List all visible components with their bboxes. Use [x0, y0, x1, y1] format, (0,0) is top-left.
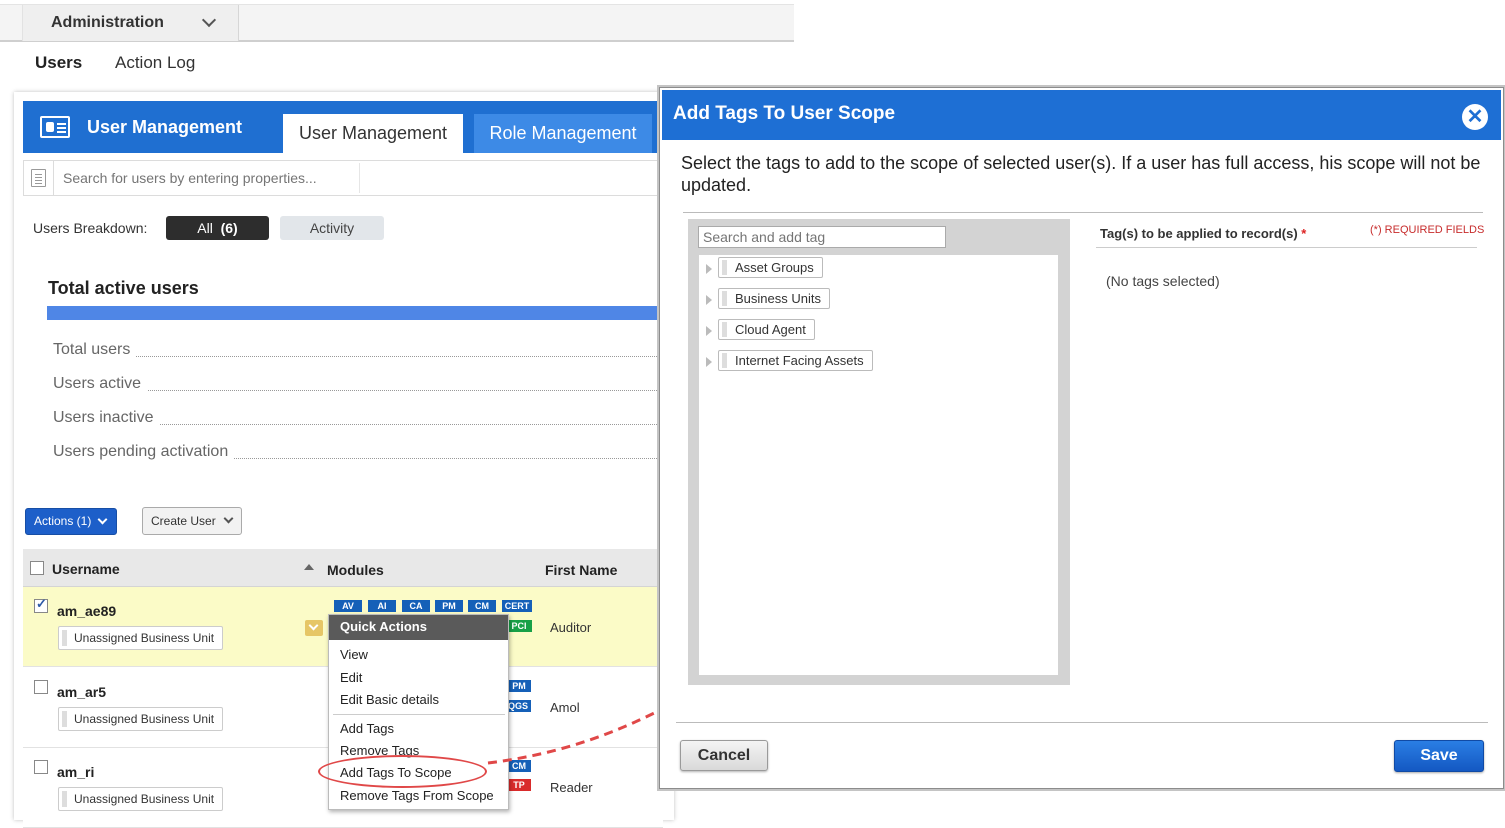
menu-item-view[interactable]: View: [340, 647, 368, 662]
breakdown-activity-button[interactable]: Activity: [280, 216, 384, 240]
first-name: Auditor: [550, 620, 592, 635]
tag-business-units[interactable]: Business Units: [718, 288, 830, 309]
tag-cloud-agent[interactable]: Cloud Agent: [718, 319, 815, 340]
divider: [676, 722, 1488, 723]
user-management-title: User Management: [87, 117, 243, 137]
total-active-users-bar: [47, 306, 660, 320]
users-breakdown-label: Users Breakdown:: [33, 220, 148, 236]
tab-users[interactable]: Users: [35, 53, 82, 73]
highlight-circle: [318, 755, 487, 788]
save-button[interactable]: Save: [1394, 740, 1484, 772]
menu-item-remove-tags-from-scope[interactable]: Remove Tags From Scope: [340, 788, 494, 803]
business-unit-tag: Unassigned Business Unit: [58, 787, 224, 811]
module-badge: CM: [468, 600, 496, 612]
first-name: Reader: [550, 780, 593, 795]
row-checkbox[interactable]: [34, 760, 48, 774]
quick-actions-title: Quick Actions: [329, 615, 508, 640]
expand-arrow-icon[interactable]: [706, 357, 712, 367]
stat-row: Users inactive: [53, 409, 663, 429]
tag-search-input[interactable]: [698, 226, 946, 248]
business-unit-tag: Unassigned Business Unit: [58, 707, 224, 731]
user-search-input[interactable]: [55, 163, 360, 193]
module-badge: TP: [507, 779, 531, 791]
required-fields-note: (*) REQUIRED FIELDS: [1370, 224, 1485, 236]
stat-row: Users active: [53, 375, 663, 395]
menu-item-edit-basic-details[interactable]: Edit Basic details: [340, 692, 439, 707]
username[interactable]: am_ae89: [57, 603, 116, 619]
module-badge: PCI: [506, 620, 532, 632]
administration-label: Administration: [51, 14, 164, 31]
actions-button[interactable]: Actions (1): [25, 508, 117, 535]
tab-role-management[interactable]: Role Management: [474, 114, 652, 153]
tag-internet-facing-assets[interactable]: Internet Facing Assets: [718, 350, 873, 371]
module-badge: AI: [368, 600, 396, 612]
actions-button-label: Actions (1): [34, 514, 92, 528]
administration-dropdown[interactable]: Administration: [22, 5, 239, 41]
select-all-checkbox[interactable]: [30, 561, 44, 575]
module-badge: AV: [334, 600, 362, 612]
column-first-name[interactable]: First Name: [545, 562, 617, 578]
stat-label: Users pending activation: [53, 443, 235, 460]
column-modules: Modules: [327, 562, 384, 578]
applied-tags-text: Tag(s) to be applied to record(s): [1100, 226, 1298, 241]
sort-ascending-icon[interactable]: [304, 564, 314, 570]
applied-tags-label: Tag(s) to be applied to record(s) *: [1100, 226, 1306, 241]
divider: [53, 161, 54, 195]
column-username[interactable]: Username: [52, 561, 120, 577]
chevron-down-icon: [97, 514, 108, 525]
username[interactable]: am_ar5: [57, 684, 106, 700]
row-actions-dropdown[interactable]: [305, 620, 323, 636]
no-tags-selected: (No tags selected): [1106, 273, 1220, 289]
username[interactable]: am_ri: [57, 764, 94, 780]
tag-tree: [699, 255, 1058, 675]
expand-arrow-icon[interactable]: [706, 295, 712, 305]
required-star: *: [1301, 226, 1307, 241]
modal-description: Select the tags to add to the scope of s…: [681, 153, 1481, 195]
stat-label: Total users: [53, 341, 137, 358]
module-badge: CA: [402, 600, 430, 612]
business-unit-tag: Unassigned Business Unit: [58, 626, 224, 650]
stat-label: Users inactive: [53, 409, 160, 426]
row-checkbox[interactable]: [34, 680, 48, 694]
module-badge: PM: [435, 600, 463, 612]
tag-asset-groups[interactable]: Asset Groups: [718, 257, 823, 278]
breakdown-all-count: (6): [220, 220, 238, 236]
cancel-button[interactable]: Cancel: [680, 740, 768, 771]
stat-row: Users pending activation: [53, 443, 663, 463]
divider: [1096, 247, 1477, 248]
create-user-label: Create User: [151, 514, 216, 528]
stat-row: Total users: [53, 341, 663, 361]
breakdown-all-label: All: [197, 220, 213, 236]
total-active-users-title: Total active users: [48, 278, 199, 298]
tab-action-log[interactable]: Action Log: [115, 53, 195, 73]
chevron-down-icon: [223, 513, 234, 524]
tab-user-management[interactable]: User Management: [283, 114, 463, 153]
admin-bar: Administration: [0, 4, 794, 42]
modal-title: Add Tags To User Scope: [673, 103, 896, 124]
divider: [683, 212, 1483, 213]
stat-label: Users active: [53, 375, 148, 392]
expand-arrow-icon[interactable]: [706, 264, 712, 274]
document-icon[interactable]: [31, 169, 46, 187]
close-icon[interactable]: ✕: [1462, 104, 1488, 130]
module-badge: CERT: [502, 600, 532, 612]
menu-item-edit[interactable]: Edit: [340, 670, 362, 685]
row-checkbox[interactable]: [34, 596, 48, 613]
breakdown-all-button[interactable]: All (6): [166, 216, 269, 240]
menu-item-add-tags[interactable]: Add Tags: [340, 721, 394, 736]
create-user-button[interactable]: Create User: [142, 507, 242, 535]
user-card-icon: [40, 116, 70, 138]
expand-arrow-icon[interactable]: [706, 326, 712, 336]
chevron-down-icon: [201, 12, 217, 28]
